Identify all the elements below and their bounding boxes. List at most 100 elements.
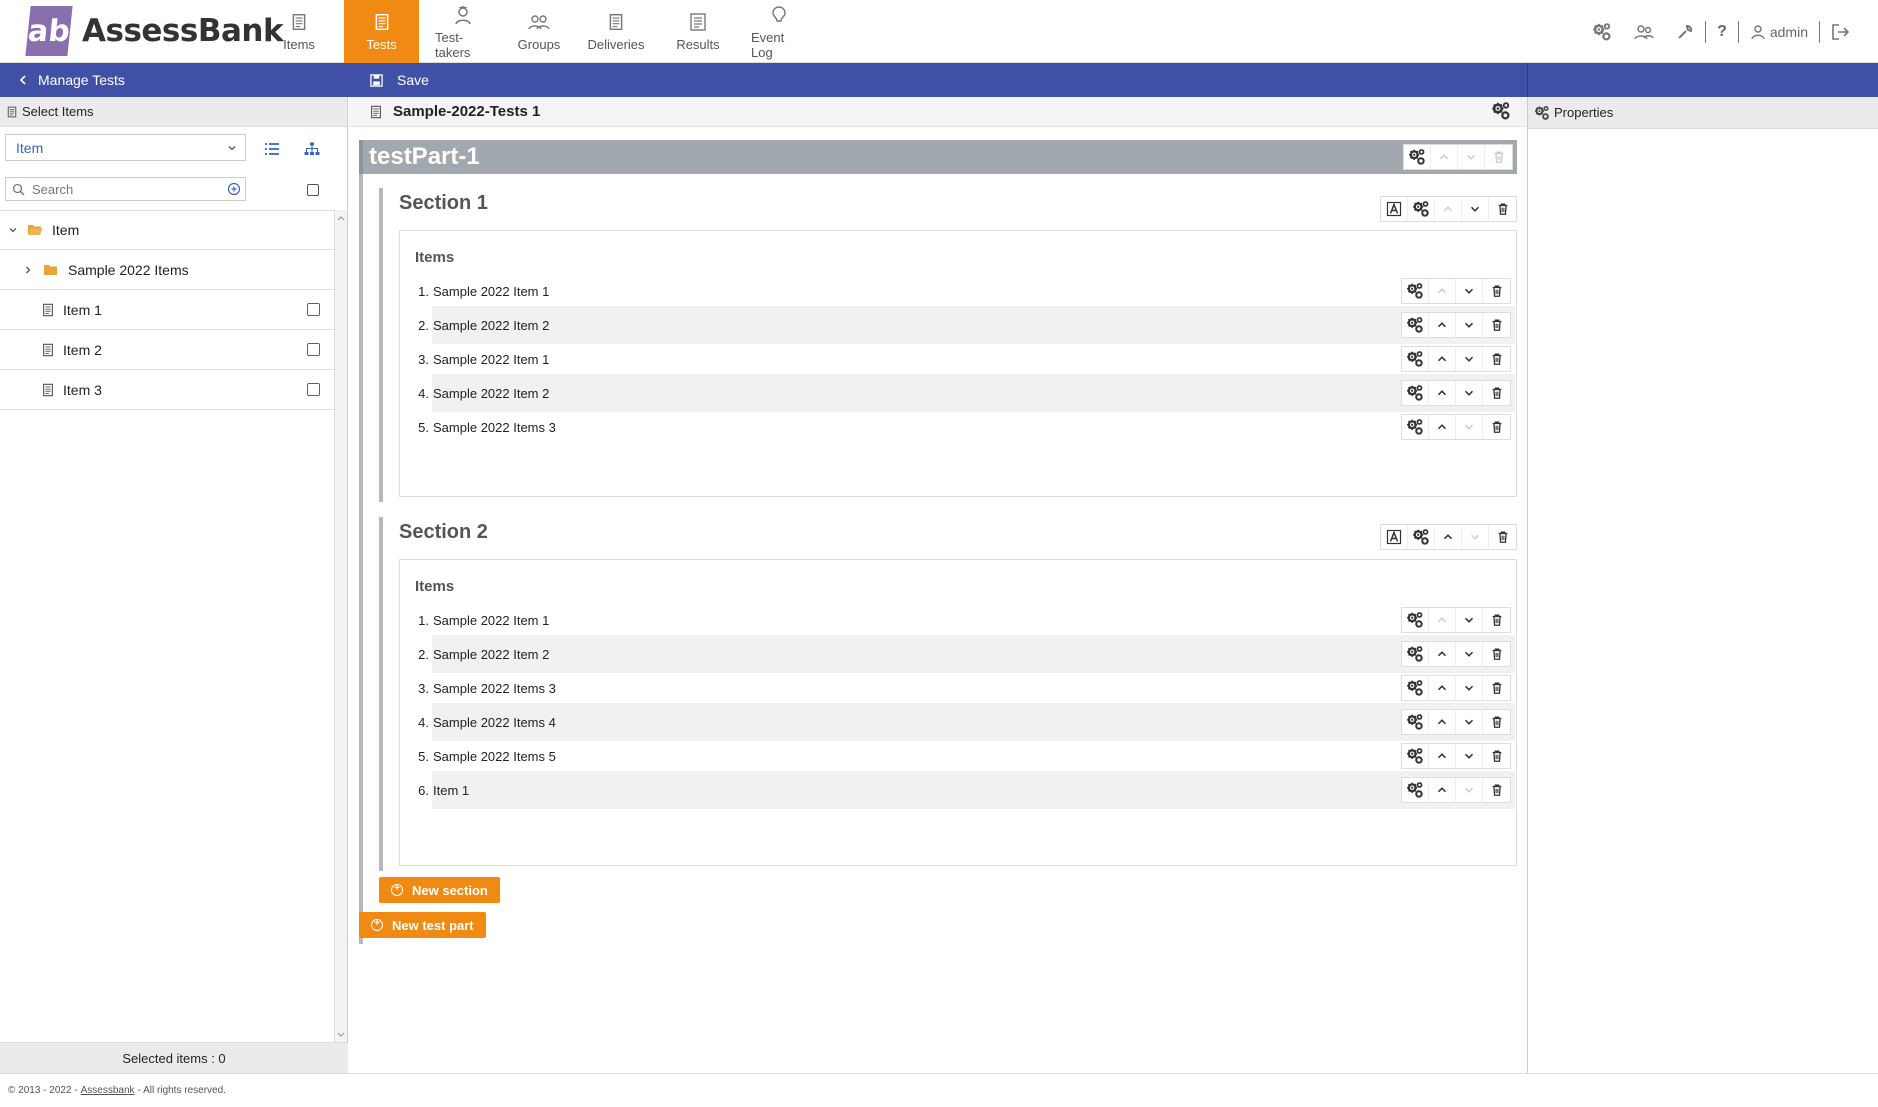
properties-gears-icon[interactable] [1402, 415, 1429, 439]
delete-trash-icon[interactable] [1489, 525, 1516, 549]
delete-trash-icon[interactable] [1483, 381, 1510, 405]
move-up-icon[interactable] [1429, 279, 1456, 303]
test-properties-gears-icon[interactable] [1491, 101, 1511, 121]
move-up-icon[interactable] [1429, 710, 1456, 734]
move-up-icon[interactable] [1429, 415, 1456, 439]
section-item-row[interactable]: 1. Sample 2022 Item 1 [415, 272, 1515, 310]
footer-link[interactable]: Assessbank [81, 1085, 135, 1096]
nav-event-log[interactable]: Event Log [739, 0, 819, 63]
chevron-down-icon[interactable] [8, 225, 18, 235]
move-down-icon[interactable] [1456, 279, 1483, 303]
properties-gears-icon[interactable] [1402, 778, 1429, 802]
settings-gears-icon[interactable] [1581, 20, 1623, 44]
tree-item[interactable]: Item 2 [0, 330, 334, 370]
properties-gears-icon[interactable] [1402, 313, 1429, 337]
properties-gears-icon[interactable] [1402, 676, 1429, 700]
tree-item-checkbox[interactable] [307, 343, 320, 356]
save-button[interactable]: Save [370, 63, 429, 97]
section-item-row[interactable]: 3. Sample 2022 Item 1 [415, 340, 1515, 378]
properties-gears-icon[interactable] [1402, 279, 1429, 303]
properties-gears-icon[interactable] [1408, 197, 1435, 221]
move-up-icon[interactable] [1429, 676, 1456, 700]
section-item-row[interactable]: 2. Sample 2022 Item 2 [415, 306, 1515, 344]
tree-item[interactable]: Item 3 [0, 370, 334, 410]
properties-gears-icon[interactable] [1402, 608, 1429, 632]
properties-gears-icon[interactable] [1402, 710, 1429, 734]
move-down-icon[interactable] [1456, 415, 1483, 439]
user-menu[interactable]: admin [1739, 20, 1819, 44]
tree-item-checkbox[interactable] [307, 303, 320, 316]
users-icon[interactable] [1623, 20, 1665, 44]
move-down-icon[interactable] [1456, 381, 1483, 405]
select-all-checkbox[interactable] [307, 184, 319, 196]
section-item-row[interactable]: 4. Sample 2022 Item 2 [415, 374, 1515, 412]
move-down-icon[interactable] [1456, 744, 1483, 768]
properties-gears-icon[interactable] [1404, 145, 1431, 169]
section-item-row[interactable]: 4. Sample 2022 Items 4 [415, 703, 1515, 741]
section-item-row[interactable]: 5. Sample 2022 Items 3 [415, 408, 1515, 446]
section-item-row[interactable]: 5. Sample 2022 Items 5 [415, 737, 1515, 775]
delete-trash-icon[interactable] [1483, 778, 1510, 802]
move-up-icon[interactable] [1429, 381, 1456, 405]
move-up-icon[interactable] [1429, 347, 1456, 371]
delete-trash-icon[interactable] [1483, 710, 1510, 734]
section-item-row[interactable]: 1. Sample 2022 Item 1 [415, 601, 1515, 639]
delete-trash-icon[interactable] [1485, 145, 1512, 169]
properties-gears-icon[interactable] [1402, 347, 1429, 371]
delete-trash-icon[interactable] [1483, 279, 1510, 303]
delete-trash-icon[interactable] [1483, 744, 1510, 768]
properties-gears-icon[interactable] [1402, 642, 1429, 666]
move-down-icon[interactable] [1456, 778, 1483, 802]
move-up-icon[interactable] [1431, 145, 1458, 169]
nav-groups[interactable]: Groups [503, 0, 575, 63]
tree-root-item[interactable]: Item [0, 210, 334, 250]
move-down-icon[interactable] [1456, 642, 1483, 666]
item-class-select[interactable]: Item [5, 134, 246, 161]
tree-view-button[interactable] [297, 135, 327, 162]
delete-trash-icon[interactable] [1483, 347, 1510, 371]
move-down-icon[interactable] [1462, 197, 1489, 221]
move-down-icon[interactable] [1456, 347, 1483, 371]
app-logo[interactable]: ab AssessBank [25, 6, 284, 56]
chevron-right-icon[interactable] [23, 265, 33, 275]
move-down-icon[interactable] [1458, 145, 1485, 169]
nav-tests[interactable]: Tests [344, 0, 419, 63]
delete-trash-icon[interactable] [1483, 608, 1510, 632]
new-section-button[interactable]: + New section [379, 877, 500, 903]
search-input[interactable]: Search [32, 182, 227, 197]
move-up-icon[interactable] [1429, 642, 1456, 666]
tree-scrollbar[interactable] [334, 210, 347, 1042]
delete-trash-icon[interactable] [1483, 642, 1510, 666]
help-icon[interactable]: ? [1706, 20, 1738, 44]
tree-item-checkbox[interactable] [307, 383, 320, 396]
section-text-icon[interactable] [1381, 197, 1408, 221]
nav-test-takers[interactable]: Test-takers [423, 0, 503, 63]
move-up-icon[interactable] [1429, 313, 1456, 337]
section-item-row[interactable]: 6. Item 1 [415, 771, 1515, 809]
move-down-icon[interactable] [1462, 525, 1489, 549]
nav-deliveries[interactable]: Deliveries [575, 0, 657, 63]
section-text-icon[interactable] [1381, 525, 1408, 549]
new-test-part-button[interactable]: + New test part [359, 912, 486, 938]
move-down-icon[interactable] [1456, 676, 1483, 700]
move-up-icon[interactable] [1429, 744, 1456, 768]
manage-tests-button[interactable]: Manage Tests [18, 63, 125, 97]
add-search-icon[interactable] [227, 182, 241, 196]
move-up-icon[interactable] [1429, 608, 1456, 632]
search-field[interactable]: Search [5, 177, 246, 201]
scroll-down-icon[interactable] [335, 1030, 347, 1040]
delete-trash-icon[interactable] [1483, 676, 1510, 700]
tree-folder-sample-2022-items[interactable]: Sample 2022 Items [0, 250, 334, 290]
nav-results[interactable]: Results [657, 0, 739, 63]
section-item-row[interactable]: 2. Sample 2022 Item 2 [415, 635, 1515, 673]
delete-trash-icon[interactable] [1489, 197, 1516, 221]
tree-item[interactable]: Item 1 [0, 290, 334, 330]
nav-items[interactable]: Items [272, 0, 326, 63]
properties-gears-icon[interactable] [1408, 525, 1435, 549]
move-down-icon[interactable] [1456, 608, 1483, 632]
delete-trash-icon[interactable] [1483, 415, 1510, 439]
list-view-button[interactable] [257, 135, 287, 162]
section-item-row[interactable]: 3. Sample 2022 Items 3 [415, 669, 1515, 707]
wrench-icon[interactable] [1665, 20, 1705, 44]
properties-gears-icon[interactable] [1402, 381, 1429, 405]
